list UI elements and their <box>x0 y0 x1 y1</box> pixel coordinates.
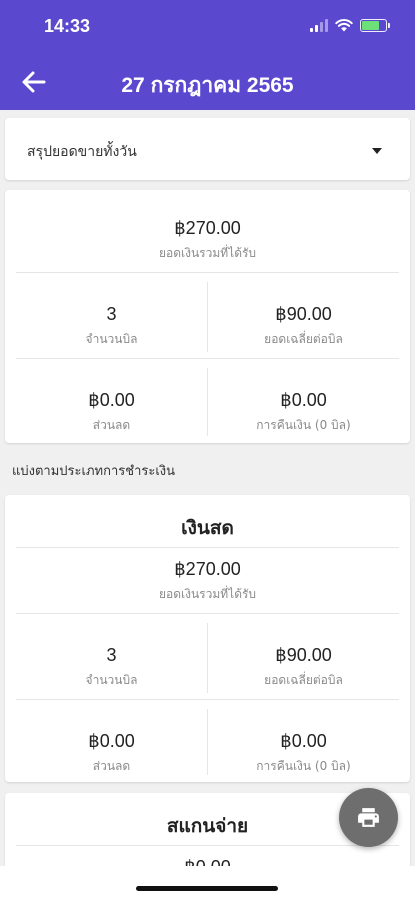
divider <box>16 358 399 359</box>
summary-bills-value: 3 <box>106 304 117 324</box>
cash-refund-label: การคืนเงิน (0 บิล) <box>256 759 351 773</box>
summary-avg-value: ฿90.00 <box>275 304 332 324</box>
summary-refund-label: การคืนเงิน (0 บิล) <box>256 418 351 432</box>
payment-type-section-label: แบ่งตามประเภทการชำระเงิน <box>12 464 176 479</box>
dropdown-selected-value: สรุปยอดขายทั้งวัน <box>27 144 137 160</box>
cash-total-value: ฿270.00 <box>174 559 241 579</box>
divider <box>16 272 399 273</box>
divider <box>16 699 399 700</box>
summary-avg-label: ยอดเฉลี่ยต่อบิล <box>264 332 343 346</box>
cash-bills-label: จำนวนบิล <box>85 673 138 687</box>
report-content[interactable]: สรุปยอดขายทั้งวัน ฿270.00 ยอดเงินรวมที่ไ… <box>0 110 415 866</box>
cash-discount-label: ส่วนลด <box>92 759 131 773</box>
divider <box>16 613 399 614</box>
scan-total-value: ฿0.00 <box>5 857 410 866</box>
summary-refund-value: ฿0.00 <box>280 390 327 410</box>
cash-discount-value: ฿0.00 <box>88 731 135 751</box>
battery-icon <box>360 19 390 32</box>
home-indicator[interactable] <box>136 886 278 891</box>
summary-total-value: ฿270.00 <box>174 218 241 238</box>
status-icons <box>310 19 390 32</box>
cash-avg-label: ยอดเฉลี่ยต่อบิล <box>264 673 343 687</box>
page-title: 27 กรกฎาคม 2565 <box>121 74 294 97</box>
app-bar: 27 กรกฎาคม 2565 <box>0 54 415 110</box>
cash-total-label: ยอดเงินรวมที่ได้รับ <box>158 587 257 601</box>
summary-discount-label: ส่วนลด <box>92 418 131 432</box>
cash-payment-card: เงินสด ฿270.00 ยอดเงินรวมที่ได้รับ 3 จำน… <box>5 495 410 782</box>
summary-discount-value: ฿0.00 <box>88 390 135 410</box>
divider <box>16 547 399 548</box>
summary-bills-label: จำนวนบิล <box>85 332 138 346</box>
caret-down-icon <box>372 148 382 154</box>
divider <box>16 845 399 846</box>
summary-card: ฿270.00 ยอดเงินรวมที่ได้รับ 3 จำนวนบิล ฿… <box>5 190 410 443</box>
printer-icon <box>358 808 379 827</box>
status-time: 14:33 <box>44 16 91 36</box>
cash-refund-value: ฿0.00 <box>280 731 327 751</box>
wifi-icon <box>335 19 353 32</box>
home-indicator-area <box>0 866 415 900</box>
signal-icon <box>310 19 328 32</box>
cash-title: เงินสด <box>181 517 234 539</box>
cash-bills-value: 3 <box>106 645 117 665</box>
cash-avg-value: ฿90.00 <box>275 645 332 665</box>
print-button[interactable] <box>339 788 398 847</box>
report-type-dropdown[interactable]: สรุปยอดขายทั้งวัน <box>5 118 410 180</box>
summary-total-label: ยอดเงินรวมที่ได้รับ <box>158 246 257 260</box>
status-bar: 14:33 <box>0 0 415 54</box>
